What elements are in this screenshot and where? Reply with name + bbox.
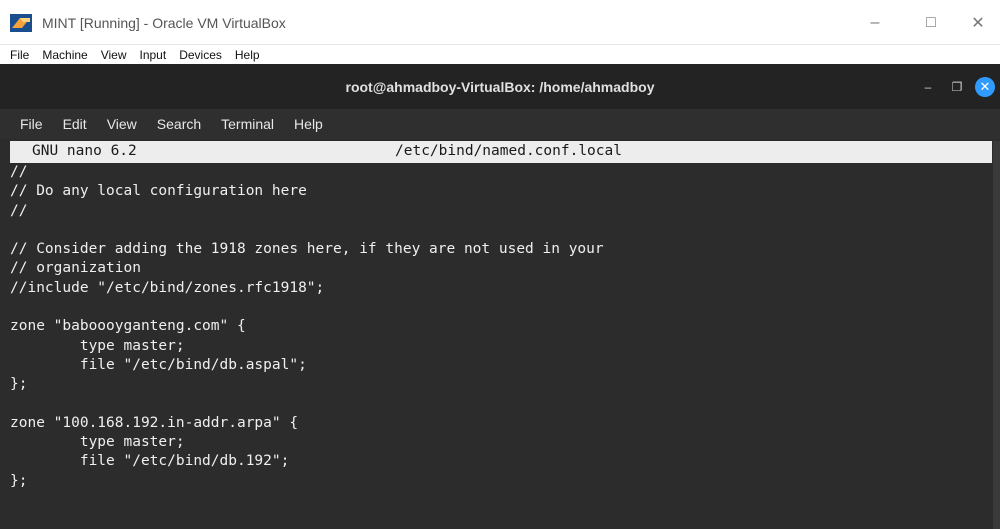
minimize-icon: – xyxy=(870,14,880,31)
minimize-icon: – xyxy=(924,80,932,94)
guest-display[interactable]: root@ahmadboy-VirtualBox: /home/ahmadboy… xyxy=(0,64,1000,529)
terminal-menu-file[interactable]: File xyxy=(14,116,49,132)
terminal-menubar: File Edit View Search Terminal Help xyxy=(0,109,1000,139)
vbox-menu-view[interactable]: View xyxy=(101,48,134,62)
vbox-menu-input[interactable]: Input xyxy=(140,48,174,62)
vbox-menubar: File Machine View Input Devices Help xyxy=(0,44,1000,64)
maximize-icon: □ xyxy=(926,14,936,31)
code-line: // organization xyxy=(10,260,141,277)
terminal-menu-search[interactable]: Search xyxy=(151,116,207,132)
virtualbox-logo xyxy=(10,14,32,32)
close-icon: ✕ xyxy=(971,15,985,32)
vbox-menu-machine[interactable]: Machine xyxy=(42,48,94,62)
maximize-button[interactable]: □ xyxy=(908,8,954,38)
nano-header: GNU nano 6.2 /etc/bind/named.conf.local xyxy=(10,141,992,163)
restore-icon: ❐ xyxy=(951,80,963,94)
code-line: file "/etc/bind/db.aspal"; xyxy=(10,356,307,373)
close-button[interactable]: ✕ xyxy=(955,8,1000,38)
terminal-close-button[interactable]: ✕ xyxy=(975,77,995,97)
vbox-titlebar: MINT [Running] - Oracle VM VirtualBox – … xyxy=(0,0,1000,44)
terminal-title: root@ahmadboy-VirtualBox: /home/ahmadboy xyxy=(345,78,655,95)
editor-content[interactable]: // // Do any local configuration here //… xyxy=(10,163,992,491)
close-icon: ✕ xyxy=(979,79,991,94)
terminal-scrollbar[interactable] xyxy=(993,141,1000,529)
vbox-menu-help[interactable]: Help xyxy=(235,48,267,62)
terminal-menu-view[interactable]: View xyxy=(101,116,143,132)
terminal-titlebar: root@ahmadboy-VirtualBox: /home/ahmadboy… xyxy=(0,64,1000,109)
terminal-menu-edit[interactable]: Edit xyxy=(57,116,93,132)
terminal-minimize-button[interactable]: – xyxy=(918,77,938,97)
code-line: // xyxy=(10,202,28,219)
nano-editor[interactable]: GNU nano 6.2 /etc/bind/named.conf.local … xyxy=(10,141,992,529)
minimize-button[interactable]: – xyxy=(852,8,898,38)
code-line: }; xyxy=(10,376,28,393)
code-line: // Do any local configuration here xyxy=(10,183,307,200)
code-line: }; xyxy=(10,472,28,489)
code-line: // xyxy=(10,164,28,180)
code-line: type master; xyxy=(10,434,185,451)
nano-filename: /etc/bind/named.conf.local xyxy=(395,143,622,159)
terminal-menu-help[interactable]: Help xyxy=(288,116,329,132)
code-line: //include "/etc/bind/zones.rfc1918"; xyxy=(10,279,325,296)
code-line: zone "baboooyganteng.com" { xyxy=(10,318,246,335)
code-line: file "/etc/bind/db.192"; xyxy=(10,453,290,470)
terminal-restore-button[interactable]: ❐ xyxy=(947,77,967,97)
code-line: zone "100.168.192.in-addr.arpa" { xyxy=(10,414,299,431)
vbox-menu-devices[interactable]: Devices xyxy=(179,48,229,62)
nano-version: GNU nano 6.2 xyxy=(32,143,137,159)
code-line: // Consider adding the 1918 zones here, … xyxy=(10,241,604,258)
window-title: MINT [Running] - Oracle VM VirtualBox xyxy=(42,15,286,31)
terminal-menu-terminal[interactable]: Terminal xyxy=(215,116,280,132)
code-line: type master; xyxy=(10,337,185,354)
vbox-menu-file[interactable]: File xyxy=(10,48,36,62)
